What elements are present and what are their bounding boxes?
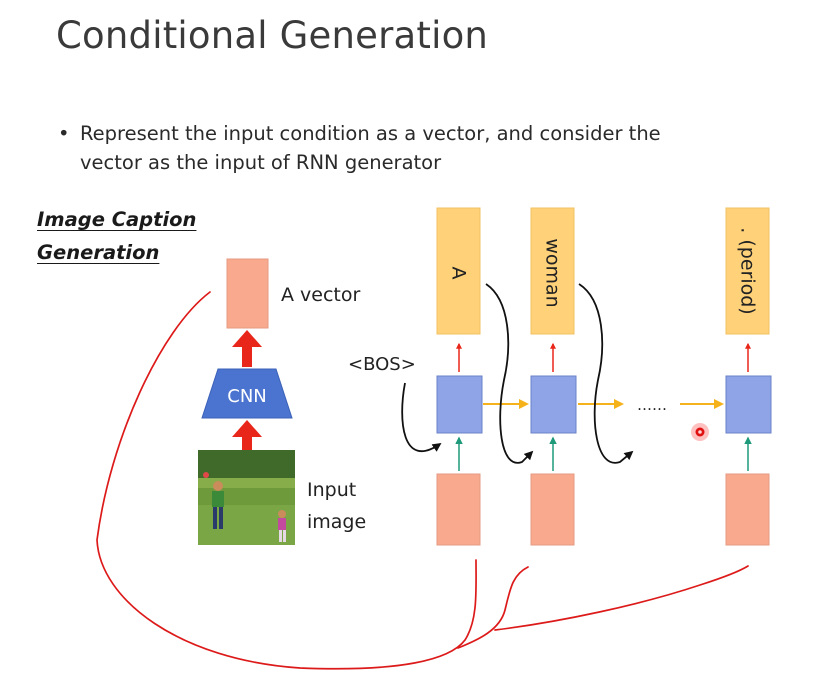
condition-vector-box xyxy=(226,258,269,329)
handdrawn-annotation xyxy=(96,291,749,670)
child-head xyxy=(278,510,286,518)
slide: Conditional Generation • Represent the i… xyxy=(0,0,819,673)
image-to-cnn-arrow-head xyxy=(232,420,262,437)
token-woman-feedback-arrow xyxy=(578,283,634,464)
rnn-caption-diagram: A vector CNN Input image A woman . (peri… xyxy=(96,207,772,670)
cnn-to-vector-arrow-head xyxy=(232,330,262,347)
rnn-cell-1 xyxy=(436,375,483,434)
vector-label: A vector xyxy=(281,284,360,306)
cnn-to-vector-arrow-shaft xyxy=(242,345,252,367)
cnn-label: CNN xyxy=(227,386,267,407)
bos-label: <BOS> xyxy=(348,354,416,375)
input-label-line-2: image xyxy=(307,511,366,533)
rnn-input-box-1 xyxy=(436,473,481,546)
rnn-cell-3 xyxy=(725,375,772,434)
token-a-feedback-arrow xyxy=(485,283,534,464)
rnn-input-box-3 xyxy=(725,473,770,546)
person-head xyxy=(213,481,223,491)
rnn-cell-2 xyxy=(530,375,577,434)
sequence-ellipsis: …… xyxy=(637,396,667,414)
output-token-3: . (period) xyxy=(737,227,759,314)
output-token-2: woman xyxy=(542,238,564,307)
output-token-1: A xyxy=(448,267,470,280)
rnn-input-box-2 xyxy=(530,473,575,546)
input-label-line-1: Input xyxy=(307,479,356,501)
bos-feedback-arrow xyxy=(401,382,442,452)
input-image-photo xyxy=(198,450,295,545)
